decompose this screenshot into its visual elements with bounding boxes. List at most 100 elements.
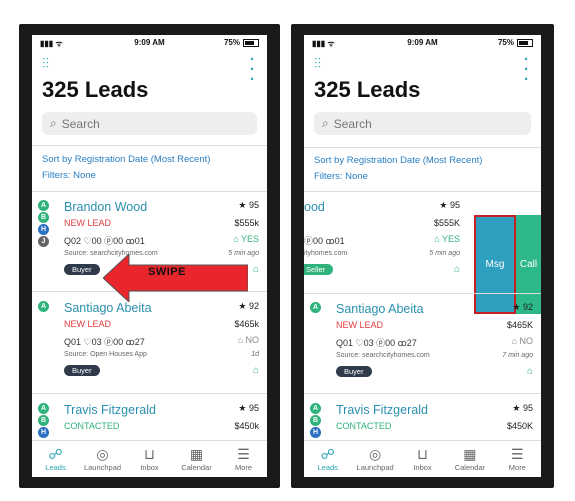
preapproved-flag: ⌂ YES bbox=[434, 234, 460, 244]
tab-label: Inbox bbox=[413, 462, 432, 472]
tab-label: Leads bbox=[45, 462, 66, 472]
lead-time: 7 min ago bbox=[502, 352, 533, 359]
search-icon: ⌕ bbox=[50, 116, 57, 130]
search-placeholder: Search bbox=[333, 116, 372, 131]
lead-price: $450K bbox=[506, 421, 533, 431]
lead-status: NEW LEAD bbox=[64, 218, 112, 228]
list-item[interactable]: A Santiago Abeita NEW LEAD Q01 ♡03 ⓟ00 ꝏ… bbox=[304, 294, 541, 392]
sort-link[interactable]: Sort by Registration Date (Most Recent) bbox=[314, 155, 482, 166]
avatar: H bbox=[38, 224, 49, 235]
tab-more[interactable]: ☰ More bbox=[494, 441, 541, 477]
lead-time: 1d bbox=[251, 351, 259, 358]
lead-status: CONTACTED bbox=[64, 421, 120, 431]
tab-label: Launchpad bbox=[83, 462, 122, 472]
tab-launchpad[interactable]: ◎ Launchpad bbox=[79, 441, 126, 477]
tab-calendar[interactable]: ▦ Calendar bbox=[446, 441, 493, 477]
avatar: A bbox=[310, 302, 321, 313]
lead-activity-counts: ⓟ00 ꝏ01 bbox=[304, 236, 345, 246]
divider bbox=[32, 145, 267, 146]
lead-type-badge: Buyer bbox=[336, 366, 372, 377]
filters-link[interactable]: Filters: None bbox=[314, 171, 368, 182]
tab-leads[interactable]: ☍ Leads bbox=[32, 441, 79, 477]
avatar: H bbox=[310, 427, 321, 438]
phone-frame-right: ▮▮▮ ᯤ 9:09 AM 75% ⫶⫶ · · · 325 Leads ⌕ Sear… bbox=[291, 24, 554, 488]
lead-name[interactable]: Santiago Abeita bbox=[64, 301, 152, 315]
battery-icon bbox=[243, 38, 259, 47]
lead-status: NEW LEAD bbox=[64, 319, 112, 329]
lead-rating: ★ 95 bbox=[238, 403, 259, 413]
avatar: J bbox=[38, 236, 49, 247]
page-title: 325 Leads bbox=[314, 77, 421, 102]
lead-source: Source: searchcityhomes.com bbox=[336, 352, 430, 359]
avatar: A bbox=[310, 403, 321, 414]
avatar: A bbox=[38, 301, 49, 312]
divider bbox=[304, 147, 541, 148]
lead-rating: ★ 95 bbox=[238, 200, 259, 210]
inbox-icon: ⊔ bbox=[144, 445, 155, 462]
lead-name[interactable]: Travis Fitzgerald bbox=[336, 403, 428, 417]
avatar: B bbox=[38, 212, 49, 223]
list-item[interactable]: A Santiago Abeita NEW LEAD Q01 ♡03 ⓟ00 ꝏ… bbox=[32, 293, 267, 391]
house-icon: ⌂ bbox=[252, 365, 259, 376]
agent-avatars: A B H J bbox=[38, 200, 50, 247]
lead-activity-counts: Q01 ♡03 ⓟ00 ꝏ27 bbox=[64, 337, 145, 347]
divider bbox=[32, 393, 267, 394]
lead-price: $450k bbox=[234, 421, 259, 431]
lead-name[interactable]: Travis Fitzgerald bbox=[64, 403, 156, 417]
bottom-tab-bar: ☍ Leads ◎ Launchpad ⊔ Inbox ▦ Calendar ☰ More bbox=[304, 440, 541, 477]
agent-avatars: A B H bbox=[38, 403, 50, 438]
battery-percent: 75% bbox=[223, 38, 240, 47]
tab-more[interactable]: ☰ More bbox=[220, 441, 267, 477]
avatar: A bbox=[38, 403, 49, 414]
lead-rating: ★ 95 bbox=[512, 403, 533, 413]
filters-link[interactable]: Filters: None bbox=[42, 170, 96, 181]
lead-source: ityhomes.com bbox=[304, 250, 348, 257]
inbox-icon: ⊔ bbox=[417, 445, 428, 462]
lead-status: CONTACTED bbox=[336, 421, 392, 431]
lead-price: $555K bbox=[433, 218, 460, 228]
avatar: H bbox=[38, 427, 49, 438]
battery: 75% bbox=[224, 38, 259, 47]
preapproved-flag: ⌂ YES bbox=[233, 234, 259, 244]
agent-avatars: A B H bbox=[310, 403, 322, 438]
avatar: B bbox=[38, 415, 49, 426]
search-input[interactable]: ⌕ Search bbox=[314, 112, 531, 135]
lead-rating: ★ 92 bbox=[238, 301, 259, 311]
sort-link[interactable]: Sort by Registration Date (Most Recent) bbox=[42, 154, 210, 165]
tab-leads[interactable]: ☍ Leads bbox=[304, 441, 351, 477]
calendar-icon: ▦ bbox=[189, 445, 204, 462]
menu-icon: ☰ bbox=[511, 445, 524, 462]
filter-icon[interactable]: ⫶⫶ bbox=[42, 55, 49, 72]
tab-label: Calendar bbox=[181, 462, 212, 472]
filter-icon[interactable]: ⫶⫶ bbox=[314, 55, 321, 72]
page-title: 325 Leads bbox=[42, 77, 149, 102]
search-input[interactable]: ⌕ Search bbox=[42, 112, 257, 135]
tab-inbox[interactable]: ⊔ Inbox bbox=[399, 441, 446, 477]
screen-right: ▮▮▮ ᯤ 9:09 AM 75% ⫶⫶ · · · 325 Leads ⌕ Sear… bbox=[304, 35, 541, 477]
lead-rating: ★ 95 bbox=[439, 200, 460, 210]
search-placeholder: Search bbox=[61, 116, 100, 131]
tab-launchpad[interactable]: ◎ Launchpad bbox=[351, 441, 398, 477]
more-options-icon[interactable]: · · · bbox=[250, 52, 255, 87]
more-options-icon[interactable]: · · · bbox=[524, 52, 529, 87]
battery-icon bbox=[517, 38, 533, 47]
tab-inbox[interactable]: ⊔ Inbox bbox=[126, 441, 173, 477]
menu-icon: ☰ bbox=[237, 445, 250, 462]
calendar-icon: ▦ bbox=[463, 445, 477, 462]
lead-name[interactable]: Brandon Wood bbox=[64, 200, 147, 214]
tab-label: Launchpad bbox=[356, 462, 394, 472]
lead-activity-counts: Q01 ♡03 ⓟ00 ꝏ27 bbox=[336, 338, 417, 348]
house-icon: ⌂ bbox=[252, 264, 259, 275]
status-bar: ▮▮▮ ᯤ 9:09 AM 75% bbox=[304, 35, 541, 49]
lead-type-badge: Buyer bbox=[64, 365, 100, 376]
tab-label: More bbox=[508, 462, 526, 472]
divider bbox=[304, 393, 541, 394]
tab-label: Leads bbox=[317, 462, 338, 472]
bottom-tab-bar: ☍ Leads ◎ Launchpad ⊔ Inbox ▦ Calendar ☰ More bbox=[32, 440, 267, 477]
lead-name[interactable]: Santiago Abeita bbox=[336, 302, 424, 316]
preapproved-flag: ⌂ NO bbox=[511, 336, 533, 346]
tab-calendar[interactable]: ▦ Calendar bbox=[173, 441, 220, 477]
lead-type-badge: Seller bbox=[304, 264, 334, 275]
lead-name[interactable]: ood bbox=[304, 200, 325, 214]
people-icon: ☍ bbox=[320, 445, 335, 462]
